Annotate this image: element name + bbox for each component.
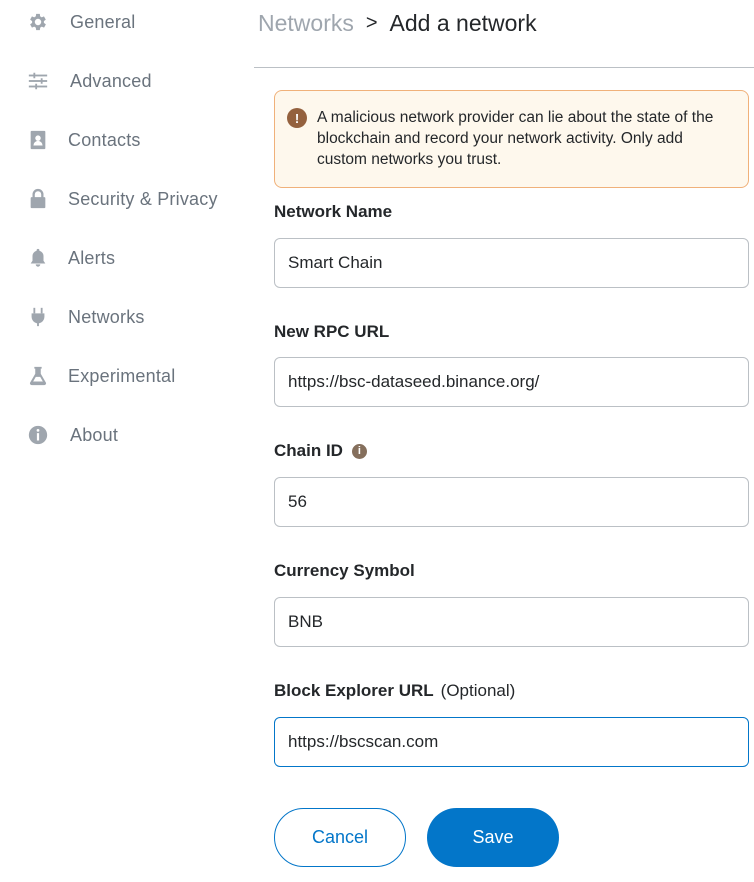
rpc-url-label-text: New RPC URL bbox=[274, 322, 390, 341]
sliders-icon bbox=[26, 69, 50, 93]
breadcrumb-separator: > bbox=[365, 11, 378, 34]
chain-id-input[interactable] bbox=[274, 477, 749, 527]
sidebar-item-label: Security & Privacy bbox=[68, 188, 218, 209]
chain-id-label-text: Chain ID bbox=[274, 441, 343, 460]
network-name-label: Network Name bbox=[274, 202, 392, 222]
sidebar-item-advanced[interactable]: Advanced bbox=[26, 66, 152, 96]
info-icon bbox=[26, 423, 50, 447]
bell-icon bbox=[26, 246, 50, 270]
network-name-label-text: Network Name bbox=[274, 202, 393, 221]
plug-icon bbox=[26, 305, 50, 329]
warning-icon: ! bbox=[287, 108, 307, 128]
sidebar-item-label: General bbox=[70, 11, 136, 32]
sidebar-item-label: Advanced bbox=[70, 70, 152, 91]
chain-id-info-icon[interactable]: i bbox=[351, 443, 367, 459]
contacts-icon bbox=[26, 128, 50, 152]
settings-sidebar: General Advanced Contacts Security & Pri… bbox=[0, 0, 250, 882]
sidebar-item-label: Networks bbox=[68, 306, 145, 327]
network-name-input[interactable] bbox=[274, 238, 749, 288]
chain-id-label: Chain ID i bbox=[274, 441, 367, 461]
breadcrumb-networks-link[interactable]: Networks bbox=[258, 10, 354, 37]
sidebar-item-general[interactable]: General bbox=[26, 7, 135, 37]
currency-symbol-input[interactable] bbox=[274, 597, 749, 647]
warning-text: A malicious network provider can lie abo… bbox=[317, 109, 714, 168]
sidebar-item-label: Alerts bbox=[68, 247, 116, 268]
page-title: Add a network bbox=[389, 9, 537, 36]
currency-symbol-label: Currency Symbol bbox=[274, 561, 415, 581]
flask-icon bbox=[26, 364, 50, 388]
block-explorer-label: Block Explorer URL (Optional) bbox=[274, 681, 515, 701]
header-divider bbox=[254, 67, 754, 68]
cancel-button[interactable]: Cancel bbox=[274, 808, 406, 867]
currency-symbol-label-text: Currency Symbol bbox=[274, 561, 415, 580]
sidebar-item-label: Experimental bbox=[68, 365, 176, 386]
breadcrumb: Networks > Add a network bbox=[258, 6, 537, 40]
sidebar-item-label: Contacts bbox=[68, 129, 141, 150]
rpc-url-input[interactable] bbox=[274, 357, 749, 407]
sidebar-item-security-privacy[interactable]: Security & Privacy bbox=[26, 184, 218, 214]
save-button[interactable]: Save bbox=[427, 808, 559, 867]
rpc-url-label: New RPC URL bbox=[274, 322, 389, 342]
sidebar-item-experimental[interactable]: Experimental bbox=[26, 361, 175, 391]
sidebar-item-about[interactable]: About bbox=[26, 420, 118, 450]
block-explorer-label-text: Block Explorer URL bbox=[274, 681, 434, 700]
sidebar-item-alerts[interactable]: Alerts bbox=[26, 243, 115, 273]
lock-icon bbox=[26, 187, 50, 211]
gear-icon bbox=[26, 10, 50, 34]
warning-banner: ! A malicious network provider can lie a… bbox=[274, 90, 749, 188]
sidebar-item-contacts[interactable]: Contacts bbox=[26, 125, 141, 155]
optional-tag: (Optional) bbox=[440, 681, 516, 700]
block-explorer-input[interactable] bbox=[274, 717, 749, 767]
sidebar-item-label: About bbox=[70, 424, 119, 445]
sidebar-item-networks[interactable]: Networks bbox=[26, 302, 145, 332]
